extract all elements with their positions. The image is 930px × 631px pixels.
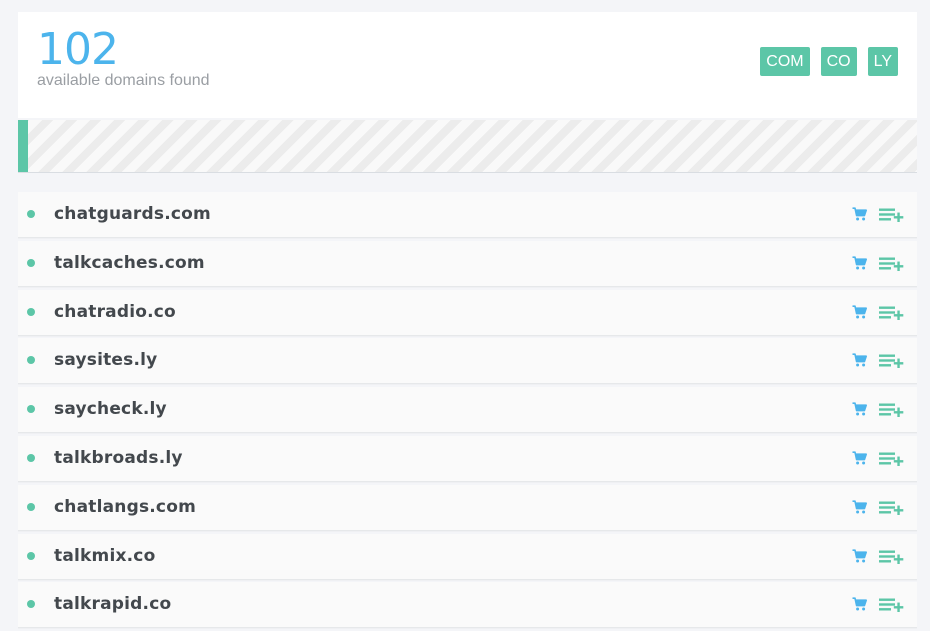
status-dot-icon (27, 258, 35, 267)
available-count: 102 (37, 24, 119, 75)
domain-name: chatguards.com (54, 204, 211, 224)
status-dot-icon (27, 502, 35, 511)
status-dot-icon (27, 453, 35, 462)
shopping-cart-icon[interactable] (852, 451, 867, 465)
domain-row[interactable]: talkbroads.ly (18, 435, 917, 482)
add-to-list-icon[interactable] (879, 257, 904, 271)
domain-name: talkrapid.co (54, 594, 172, 615)
shopping-cart-icon[interactable] (852, 548, 867, 563)
domain-name: chatlangs.com (54, 496, 196, 517)
domain-row[interactable]: talkcaches.com (18, 240, 917, 287)
domain-name: talkmix.co (54, 545, 156, 566)
domain-name: saycheck.ly (54, 399, 167, 420)
add-to-list-icon[interactable] (879, 306, 904, 320)
add-to-list-icon[interactable] (879, 550, 904, 564)
status-dot-icon (27, 307, 35, 316)
tld-filter-com[interactable]: COM (760, 47, 810, 76)
tld-filter-ly[interactable]: LY (867, 47, 898, 76)
shopping-cart-icon[interactable] (852, 597, 867, 611)
domain-row[interactable]: saysites.ly (18, 338, 917, 385)
status-dot-icon (27, 210, 35, 218)
add-to-list-icon[interactable] (879, 208, 904, 222)
shopping-cart-icon[interactable] (852, 304, 867, 319)
tld-filter-group: COM CO LY (760, 47, 898, 76)
domain-row[interactable]: saycheck.ly (18, 387, 917, 434)
results-summary-card: 102 available domains found COM CO LY (18, 12, 917, 118)
shopping-cart-icon[interactable] (852, 500, 867, 514)
status-dot-icon (27, 600, 35, 609)
add-to-list-icon[interactable] (879, 452, 904, 466)
tld-filter-co[interactable]: CO (820, 47, 857, 76)
shopping-cart-icon[interactable] (852, 207, 867, 221)
domain-name: chatradio.co (54, 301, 176, 322)
domain-name: saysites.ly (54, 350, 158, 371)
status-dot-icon (27, 405, 35, 414)
domain-row[interactable]: chatradio.co (18, 289, 917, 336)
domain-name: talkcaches.com (54, 252, 205, 273)
shopping-cart-icon[interactable] (852, 353, 867, 367)
status-dot-icon (27, 356, 35, 365)
domain-row[interactable]: chatlangs.com (18, 484, 917, 531)
add-to-list-icon[interactable] (879, 403, 904, 418)
domain-results-list: chatguards.com talkcaches.com chatradio.co… (18, 192, 917, 631)
domain-row[interactable]: talkmix.co (18, 533, 917, 580)
search-progress-fill (18, 120, 28, 172)
shopping-cart-icon[interactable] (852, 402, 867, 416)
status-dot-icon (27, 551, 35, 560)
available-count-label: available domains found (37, 72, 210, 89)
domain-row[interactable]: talkrapid.co (18, 582, 917, 629)
add-to-list-icon[interactable] (879, 354, 904, 369)
search-progress-bar (18, 120, 917, 173)
domain-row[interactable]: chatguards.com (18, 192, 917, 238)
shopping-cart-icon[interactable] (852, 256, 867, 270)
add-to-list-icon[interactable] (879, 501, 904, 515)
domain-name: talkbroads.ly (54, 447, 183, 468)
add-to-list-icon[interactable] (879, 598, 904, 613)
